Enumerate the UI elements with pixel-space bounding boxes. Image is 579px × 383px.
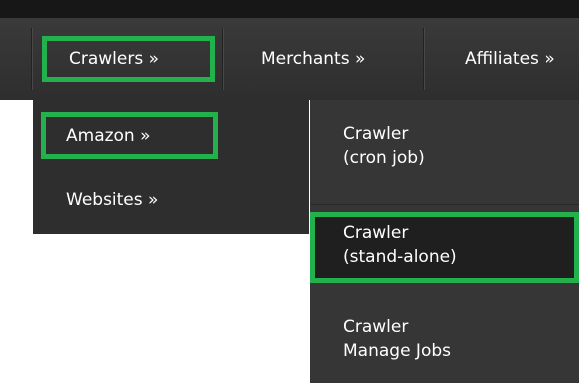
submenu-item-websites-label: Websites » [66,190,159,210]
crawler-stand-alone-line2: (stand-alone) [343,247,457,267]
submenu-item-amazon[interactable]: Amazon » [41,112,218,159]
amazon-submenu: Crawler (cron job) Crawler (stand-alone)… [310,100,579,383]
crawler-cron-job-line1: Crawler [343,124,409,144]
crawler-stand-alone-line1: Crawler [343,223,409,243]
main-navbar: Crawlers » Merchants » Affiliates » [0,18,579,100]
submenu-item-amazon-label: Amazon » [66,125,151,146]
nav-separator [423,28,424,90]
submenu-divider [310,204,579,205]
nav-separator [31,28,32,90]
nav-item-affiliates-label: Affiliates » [465,49,555,69]
submenu-item-crawler-cron-job[interactable]: Crawler (cron job) [310,122,579,182]
nav-separator [222,28,223,90]
crawler-cron-job-line2: (cron job) [343,148,425,168]
submenu-item-crawler-stand-alone[interactable]: Crawler (stand-alone) [310,212,579,283]
crawler-manage-jobs-line1: Crawler [343,317,409,337]
top-strip [0,0,579,18]
submenu-item-websites[interactable]: Websites » [66,186,158,214]
crawlers-submenu: Amazon » Websites » [33,100,309,234]
crawler-manage-jobs-line2: Manage Jobs [343,341,451,361]
nav-item-merchants-label: Merchants » [261,49,366,69]
nav-item-crawlers-label: Crawlers » [69,49,160,69]
submenu-item-crawler-manage-jobs[interactable]: Crawler Manage Jobs [310,315,579,375]
nav-item-merchants[interactable]: Merchants » [261,36,365,82]
nav-item-crawlers[interactable]: Crawlers » [42,36,215,82]
nav-item-affiliates[interactable]: Affiliates » [465,36,555,82]
